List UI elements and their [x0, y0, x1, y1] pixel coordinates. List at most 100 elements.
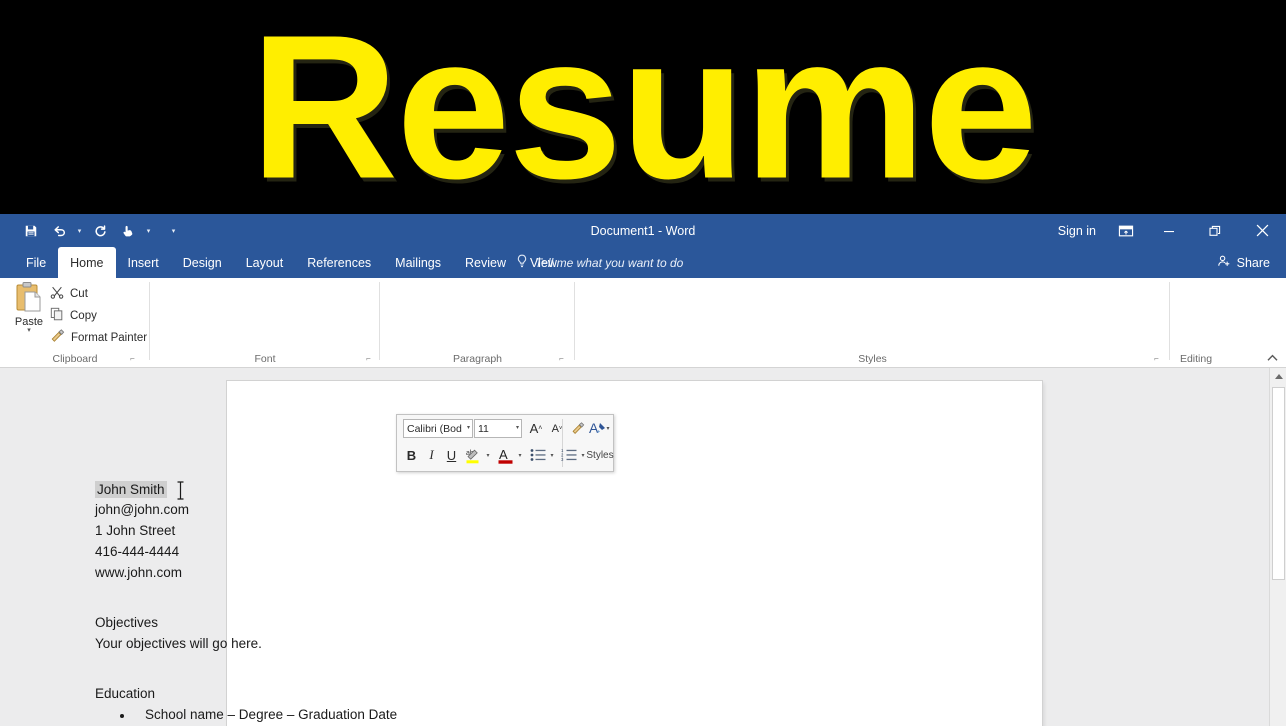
tab-insert[interactable]: Insert: [116, 247, 171, 278]
title-bar: ▾ ▾ ▾ Document1 - Word Sign in: [0, 214, 1286, 247]
mini-text-highlight-color-button[interactable]: ab: [462, 444, 484, 466]
mini-bullets-caret-icon[interactable]: ▾: [547, 447, 557, 463]
share-person-icon: [1217, 254, 1231, 271]
copy-button[interactable]: Copy: [46, 306, 97, 325]
tab-mailings[interactable]: Mailings: [383, 247, 453, 278]
mini-shrink-font-button[interactable]: A ˅: [547, 419, 567, 438]
document-line-website[interactable]: www.john.com: [95, 565, 182, 580]
document-line-address[interactable]: 1 John Street: [95, 523, 175, 538]
mini-font-name-value: Calibri (Bod: [407, 422, 462, 435]
document-line-objectives-body[interactable]: Your objectives will go here.: [95, 636, 262, 651]
document-page[interactable]: [227, 381, 1042, 726]
document-canvas[interactable]: [0, 368, 1286, 726]
touch-mouse-mode-icon[interactable]: [115, 219, 141, 243]
format-painter-label: Format Painter: [71, 331, 148, 344]
mini-font-name-caret-icon[interactable]: ▾: [467, 424, 470, 431]
selected-text: John Smith: [95, 480, 167, 498]
window-controls: Sign in: [1048, 214, 1286, 247]
mini-font-size-combobox[interactable]: 11 ▾: [474, 419, 522, 438]
mini-font-size-value: 11: [478, 422, 489, 435]
font-dialog-launcher[interactable]: ⌐: [363, 353, 374, 364]
tell-me-placeholder: Tell me what you want to do: [535, 255, 684, 270]
bullet-point-icon: [120, 714, 124, 718]
paste-dropdown-caret-icon[interactable]: ▾: [27, 326, 31, 334]
copy-label: Copy: [70, 309, 97, 322]
document-selected-line[interactable]: John Smith: [95, 480, 185, 500]
document-bullet-education[interactable]: School name – Degree – Graduation Date: [120, 707, 398, 722]
clipboard-dialog-launcher[interactable]: ⌐: [127, 353, 138, 364]
mini-font-color-caret-icon[interactable]: ▾: [515, 447, 525, 463]
scissors-icon: [50, 285, 64, 302]
paste-icon: [14, 281, 44, 315]
mini-highlight-caret-icon[interactable]: ▾: [483, 447, 493, 463]
scroll-up-arrow-icon[interactable]: [1270, 368, 1286, 385]
svg-text:A: A: [499, 447, 508, 462]
ribbon-group-paragraph: Paragraph ⌐: [380, 278, 575, 367]
document-heading-education[interactable]: Education: [95, 686, 155, 701]
copy-icon: [50, 307, 64, 324]
customize-quick-access-toolbar-icon[interactable]: ▾: [168, 219, 179, 243]
save-icon[interactable]: [18, 219, 44, 243]
quick-access-toolbar: ▾ ▾ ▾: [18, 214, 179, 247]
scroll-thumb[interactable]: [1272, 387, 1285, 580]
paste-button[interactable]: Paste ▾: [8, 281, 50, 345]
minimize-button[interactable]: [1146, 214, 1192, 247]
mini-format-painter-button[interactable]: [568, 419, 588, 438]
lightbulb-icon: [516, 254, 528, 272]
format-painter-button[interactable]: Format Painter: [46, 328, 147, 347]
mini-font-name-combobox[interactable]: Calibri (Bod ▾: [403, 419, 473, 438]
close-button[interactable]: [1238, 214, 1286, 247]
mini-numbering-button[interactable]: 123: [558, 444, 580, 466]
paragraph-dialog-launcher[interactable]: ⌐: [556, 353, 567, 364]
ribbon: Paste ▾ Cut Copy Format Painter Clipboar…: [0, 278, 1286, 618]
tab-design[interactable]: Design: [171, 247, 234, 278]
resume-title-banner: Resume: [0, 0, 1286, 214]
group-label-font: Font: [254, 353, 276, 365]
group-label-editing: Editing: [1179, 353, 1213, 365]
group-label-styles: Styles: [858, 353, 887, 365]
share-button[interactable]: Share: [1209, 250, 1278, 275]
sign-in-button[interactable]: Sign in: [1048, 214, 1106, 247]
document-line-phone[interactable]: 416-444-4444: [95, 544, 179, 559]
tab-layout[interactable]: Layout: [234, 247, 296, 278]
cut-button[interactable]: Cut: [46, 284, 88, 303]
svg-text:A: A: [589, 420, 599, 436]
mini-bold-button[interactable]: B: [402, 444, 421, 466]
document-heading-objectives[interactable]: Objectives: [95, 615, 158, 630]
vertical-scrollbar[interactable]: [1269, 368, 1286, 726]
text-cursor-ibeam-icon: [176, 481, 185, 500]
ribbon-group-clipboard: Paste ▾ Cut Copy Format Painter Clipboar…: [0, 278, 150, 367]
ribbon-group-styles: Styles ⌐: [575, 278, 1170, 367]
format-painter-icon: [50, 329, 65, 346]
mini-grow-font-button[interactable]: A ˄: [526, 419, 546, 438]
document-line-email[interactable]: john@john.com: [95, 502, 189, 517]
restore-button[interactable]: [1192, 214, 1238, 247]
redo-icon[interactable]: [87, 219, 113, 243]
tab-home[interactable]: Home: [58, 247, 116, 278]
bullet-text: School name – Degree – Graduation Date: [145, 707, 398, 722]
share-label: Share: [1236, 255, 1270, 270]
mini-italic-button[interactable]: I: [422, 444, 441, 466]
mini-styles-caret-icon[interactable]: ▾: [603, 421, 613, 435]
touch-mode-caret-icon[interactable]: ▾: [143, 219, 154, 243]
mini-font-color-button[interactable]: A: [494, 444, 516, 466]
banner-title-text: Resume: [250, 0, 1038, 214]
mini-underline-button[interactable]: U: [442, 444, 461, 466]
mini-styles-label: Styles: [586, 449, 614, 461]
undo-dropdown-caret-icon[interactable]: ▾: [74, 219, 85, 243]
mini-font-size-caret-icon[interactable]: ▾: [516, 424, 519, 431]
svg-text:3: 3: [561, 457, 564, 462]
mini-bullets-button[interactable]: [527, 444, 549, 466]
ribbon-tab-bar: File Home Insert Design Layout Reference…: [0, 247, 1286, 278]
undo-icon[interactable]: [46, 219, 72, 243]
group-label-paragraph: Paragraph: [452, 353, 503, 365]
collapse-ribbon-chevron-icon[interactable]: [1264, 350, 1280, 366]
tab-review[interactable]: Review: [453, 247, 518, 278]
ribbon-tabs: File Home Insert Design Layout Reference…: [14, 247, 569, 278]
floating-mini-toolbar[interactable]: Calibri (Bod ▾ 11 ▾ A ˄ A ˅ A ▾ B I U ab ▾…: [396, 414, 614, 472]
tell-me-search[interactable]: Tell me what you want to do: [516, 247, 683, 278]
ribbon-display-options-icon[interactable]: [1106, 214, 1146, 247]
ribbon-group-font: Font ⌐: [150, 278, 380, 367]
tab-references[interactable]: References: [295, 247, 383, 278]
tab-file[interactable]: File: [14, 247, 59, 278]
